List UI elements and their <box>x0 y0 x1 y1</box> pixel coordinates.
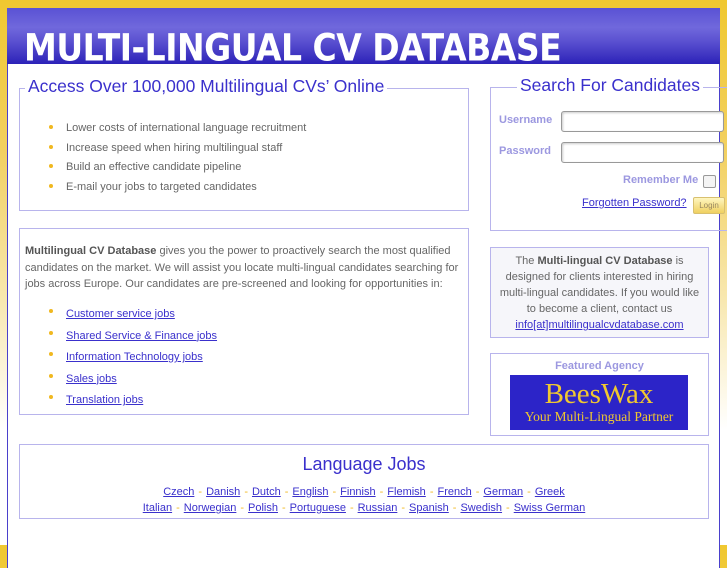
language-link-danish[interactable]: Danish <box>206 486 240 498</box>
language-link-portuguese[interactable]: Portuguese <box>290 502 346 514</box>
job-category-list: Customer service jobs Shared Service & F… <box>48 303 217 411</box>
benefits-list: Lower costs of international language re… <box>48 119 306 198</box>
featured-agency-title: Featured Agency <box>555 360 644 372</box>
link-separator: - <box>401 502 406 514</box>
benefit-item: Build an effective candidate pipeline <box>48 158 306 178</box>
link-separator: - <box>176 502 180 514</box>
link-separator: - <box>429 486 434 498</box>
job-link-sales[interactable]: Sales jobs <box>66 373 117 385</box>
intro-paragraph: Multilingual CV Database gives you the p… <box>25 243 465 293</box>
access-box-legend: Access Over 100,000 Multilingual CVs’ On… <box>25 76 388 97</box>
link-separator: - <box>332 486 337 498</box>
beeswax-logo[interactable]: BeesWax Your Multi-Lingual Partner <box>510 375 688 430</box>
language-links-row: Italian - Norwegian - Polish - Portuguese - Russ… <box>20 499 708 516</box>
language-jobs-title: Language Jobs <box>302 454 426 474</box>
intro-brand: Multilingual CV Database <box>25 245 157 257</box>
language-link-greek[interactable]: Greek <box>535 486 565 498</box>
link-separator: - <box>506 502 510 514</box>
language-link-polish[interactable]: Polish <box>248 502 278 514</box>
language-link-french[interactable]: French <box>437 486 471 498</box>
link-separator: - <box>240 502 245 514</box>
job-link-customer-service[interactable]: Customer service jobs <box>66 308 175 320</box>
job-category-item: Shared Service & Finance jobs <box>48 325 217 347</box>
benefit-item: Lower costs of international language re… <box>48 119 306 139</box>
login-box-legend: Search For Candidates <box>517 75 703 96</box>
username-label: Username <box>499 114 553 126</box>
job-link-translation[interactable]: Translation jobs <box>66 394 143 406</box>
link-separator: - <box>379 486 384 498</box>
logo-name: BeesWax <box>544 378 654 410</box>
job-category-item: Translation jobs <box>48 389 217 411</box>
job-link-shared-service-finance[interactable]: Shared Service & Finance jobs <box>66 330 217 342</box>
logo-tagline: Your Multi-Lingual Partner <box>524 409 674 424</box>
link-separator: - <box>244 486 248 498</box>
language-jobs-box: Language Jobs Czech - Danish - Dutch - English… <box>19 444 709 519</box>
link-separator: - <box>349 502 354 514</box>
login-button[interactable]: Login <box>693 197 725 214</box>
language-link-english[interactable]: English <box>292 486 328 498</box>
job-category-item: Customer service jobs <box>48 303 217 325</box>
link-separator: - <box>452 502 457 514</box>
language-links-row: Czech - Danish - Dutch - English - Finnish - Flemi… <box>20 483 708 500</box>
remember-me-label: Remember Me <box>623 174 699 186</box>
remember-me-checkbox[interactable] <box>703 175 716 188</box>
language-link-dutch[interactable]: Dutch <box>252 486 281 498</box>
link-separator: - <box>198 486 203 498</box>
job-category-item: Information Technology jobs <box>48 346 217 368</box>
benefit-item: Increase speed when hiring multilingual … <box>48 139 306 159</box>
language-link-russian[interactable]: Russian <box>358 502 398 514</box>
password-label: Password <box>499 145 551 157</box>
link-separator: - <box>527 486 531 498</box>
language-link-italian[interactable]: Italian <box>143 502 172 514</box>
job-link-information-technology[interactable]: Information Technology jobs <box>66 351 203 363</box>
info-prefix: The <box>515 255 538 267</box>
access-benefits-box: Access Over 100,000 Multilingual CVs’ On… <box>19 76 469 211</box>
language-link-swedish[interactable]: Swedish <box>460 502 502 514</box>
link-separator: - <box>284 486 289 498</box>
language-link-german[interactable]: German <box>483 486 523 498</box>
password-input[interactable] <box>561 142 724 163</box>
language-link-flemish[interactable]: Flemish <box>387 486 426 498</box>
benefit-item: E-mail your jobs to targeted candidates <box>48 178 306 198</box>
language-link-czech[interactable]: Czech <box>163 486 194 498</box>
username-input[interactable] <box>561 111 724 132</box>
link-separator: - <box>282 502 286 514</box>
client-info-box: The Multi-lingual CV Database is designe… <box>490 247 709 338</box>
language-link-norwegian[interactable]: Norwegian <box>184 502 237 514</box>
intro-box: Multilingual CV Database gives you the p… <box>19 228 469 415</box>
job-category-item: Sales jobs <box>48 368 217 390</box>
featured-agency-box: Featured Agency BeesWax Your Multi-Lingu… <box>490 353 709 436</box>
site-title-logo[interactable]: MULTI-LINGUAL CV DATABASE <box>24 26 562 70</box>
client-info-text: The Multi-lingual CV Database is designe… <box>495 253 704 333</box>
forgotten-password-link[interactable]: Forgotten Password? <box>582 197 687 209</box>
info-brand: Multi-lingual CV Database <box>537 255 673 267</box>
contact-email-link[interactable]: info[at]multilingualcvdatabase.com <box>515 319 683 331</box>
language-link-spanish[interactable]: Spanish <box>409 502 449 514</box>
language-link-finnish[interactable]: Finnish <box>340 486 375 498</box>
language-link-swiss-german[interactable]: Swiss German <box>514 502 586 514</box>
link-separator: - <box>475 486 480 498</box>
